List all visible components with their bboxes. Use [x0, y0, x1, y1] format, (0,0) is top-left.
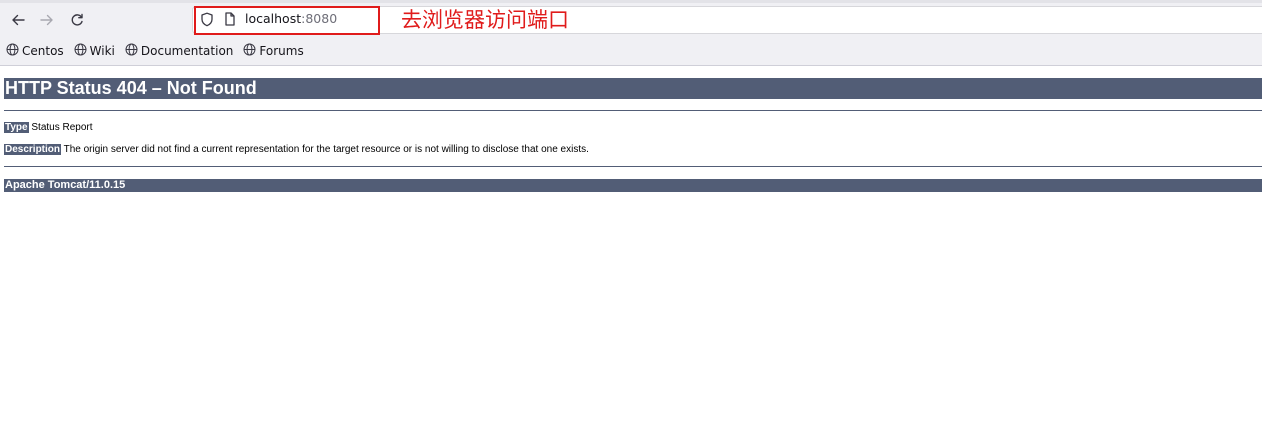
url-highlight-box — [194, 6, 380, 35]
globe-icon — [6, 43, 22, 59]
type-label: Type — [4, 122, 29, 133]
bookmark-documentation[interactable]: Documentation — [125, 43, 234, 59]
divider-bottom — [4, 166, 1262, 167]
type-value: Status Report — [28, 122, 93, 133]
divider-top — [4, 110, 1262, 111]
description-label: Description — [4, 144, 62, 155]
globe-icon — [74, 43, 90, 59]
bookmark-wiki[interactable]: Wiki — [74, 43, 115, 59]
reload-icon — [69, 12, 85, 28]
bookmark-label: Wiki — [89, 44, 115, 58]
bookmark-centos[interactable]: Centos — [6, 43, 64, 59]
bookmark-label: Documentation — [140, 44, 234, 58]
arrow-right-icon — [39, 12, 55, 28]
bookmark-label: Forums — [259, 44, 304, 58]
description-value: The origin server did not find a current… — [61, 144, 589, 155]
globe-icon — [243, 43, 259, 59]
type-line: Type Status Report — [4, 122, 93, 134]
tab-strip-edge — [0, 0, 1262, 3]
page-title: HTTP Status 404 – Not Found — [4, 78, 1262, 99]
browser-chrome: localhost:8080 去浏览器访问端口 Centos Wiki Docu… — [0, 0, 1262, 66]
server-footer: Apache Tomcat/11.0.15 — [4, 179, 1262, 192]
bookmarks-toolbar: Centos Wiki Documentation Forums — [6, 42, 314, 60]
reload-button[interactable] — [66, 9, 88, 31]
bookmark-label: Centos — [22, 44, 64, 58]
bookmark-forums[interactable]: Forums — [243, 43, 304, 59]
globe-icon — [125, 43, 141, 59]
annotation-label: 去浏览器访问端口 — [401, 8, 569, 32]
arrow-left-icon — [10, 12, 26, 28]
page-content: HTTP Status 404 – Not Found Type Status … — [4, 78, 1262, 192]
forward-button[interactable] — [36, 9, 58, 31]
description-line: Description The origin server did not fi… — [4, 144, 589, 156]
back-button[interactable] — [7, 9, 29, 31]
